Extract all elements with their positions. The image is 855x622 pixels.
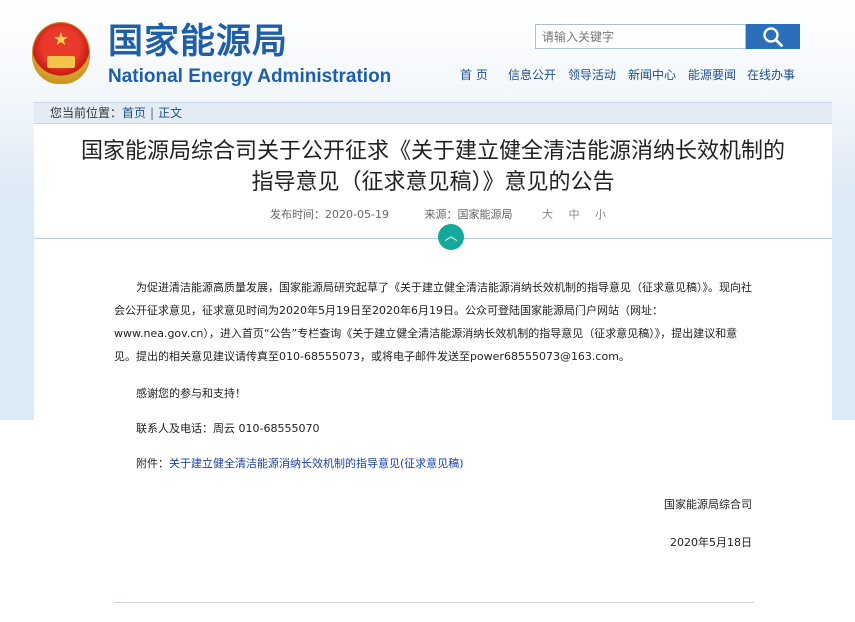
article-body: 为促进清洁能源高质量发展，国家能源局研究起草了《关于建立健全清洁能源消纳长效机制…	[114, 276, 754, 475]
attachment-link[interactable]: 关于建立健全清洁能源消纳长效机制的指导意见(征求意见稿)	[169, 457, 464, 470]
main-nav: 首 页 信息公开 领导活动 新闻中心 能源要闻 在线办事	[460, 66, 807, 84]
nav-leadership[interactable]: 领导活动	[568, 66, 628, 84]
nav-energy-news[interactable]: 能源要闻	[688, 66, 747, 84]
breadcrumb-prefix: 您当前位置：	[50, 106, 123, 120]
site-title-en: National Energy Administration	[108, 66, 392, 87]
search-icon	[763, 26, 783, 47]
gate-icon	[47, 56, 75, 68]
publish-date: 2020-05-19	[325, 208, 389, 221]
search-input[interactable]	[535, 24, 746, 49]
site-title-cn: 国家能源局	[108, 22, 289, 62]
contact-text: 联系人及电话：周云 010-68555070	[136, 422, 320, 435]
font-size-switch[interactable]: 大 中 小	[542, 208, 612, 221]
article-paragraph: 为促进清洁能源高质量发展，国家能源局研究起草了《关于建立健全清洁能源消纳长效机制…	[114, 281, 752, 363]
chevron-up-icon[interactable]: ︿	[438, 224, 464, 250]
attachment-label: 附件：	[136, 457, 169, 470]
footer-divider	[114, 602, 754, 603]
meta-divider	[34, 238, 832, 239]
signature-date: 2020年5月18日	[670, 536, 752, 549]
article-title-line1: 国家能源局综合司关于公开征求《关于建立健全清洁能源消纳长效机制的	[80, 139, 785, 164]
site-header: ★ 国家能源局 National Energy Administration 首…	[0, 0, 855, 98]
nav-news-center[interactable]: 新闻中心	[628, 66, 688, 84]
nav-online-services[interactable]: 在线办事	[747, 66, 807, 84]
breadcrumb: 您当前位置：首页 | 正文	[34, 102, 832, 124]
signature: 国家能源局综合司	[664, 498, 752, 511]
breadcrumb-current: 正文	[158, 106, 183, 120]
article-title: 国家能源局综合司关于公开征求《关于建立健全清洁能源消纳长效机制的 指导意见（征求…	[34, 136, 832, 198]
national-emblem-logo: ★	[32, 22, 90, 84]
nav-home[interactable]: 首 页	[460, 66, 508, 84]
breadcrumb-separator: |	[150, 106, 155, 120]
article-meta: 发布时间：2020-05-19 来源：国家能源局 大 中 小	[34, 206, 832, 222]
source-value: 国家能源局	[457, 208, 513, 221]
publish-label: 发布时间：	[270, 208, 326, 221]
star-icon: ★	[52, 29, 70, 50]
thanks-text: 感谢您的参与和支持！	[136, 387, 246, 400]
source-label: 来源：	[424, 208, 458, 221]
article-title-line2: 指导意见（征求意见稿）》意见的公告	[251, 170, 615, 195]
article-card: 国家能源局综合司关于公开征求《关于建立健全清洁能源消纳长效机制的 指导意见（征求…	[34, 124, 832, 622]
nav-info-disclosure[interactable]: 信息公开	[508, 66, 568, 84]
attachment-line: 附件：关于建立健全清洁能源消纳长效机制的指导意见(征求意见稿)	[114, 452, 754, 475]
breadcrumb-home-link[interactable]: 首页	[122, 106, 146, 120]
search-button[interactable]	[746, 24, 800, 49]
